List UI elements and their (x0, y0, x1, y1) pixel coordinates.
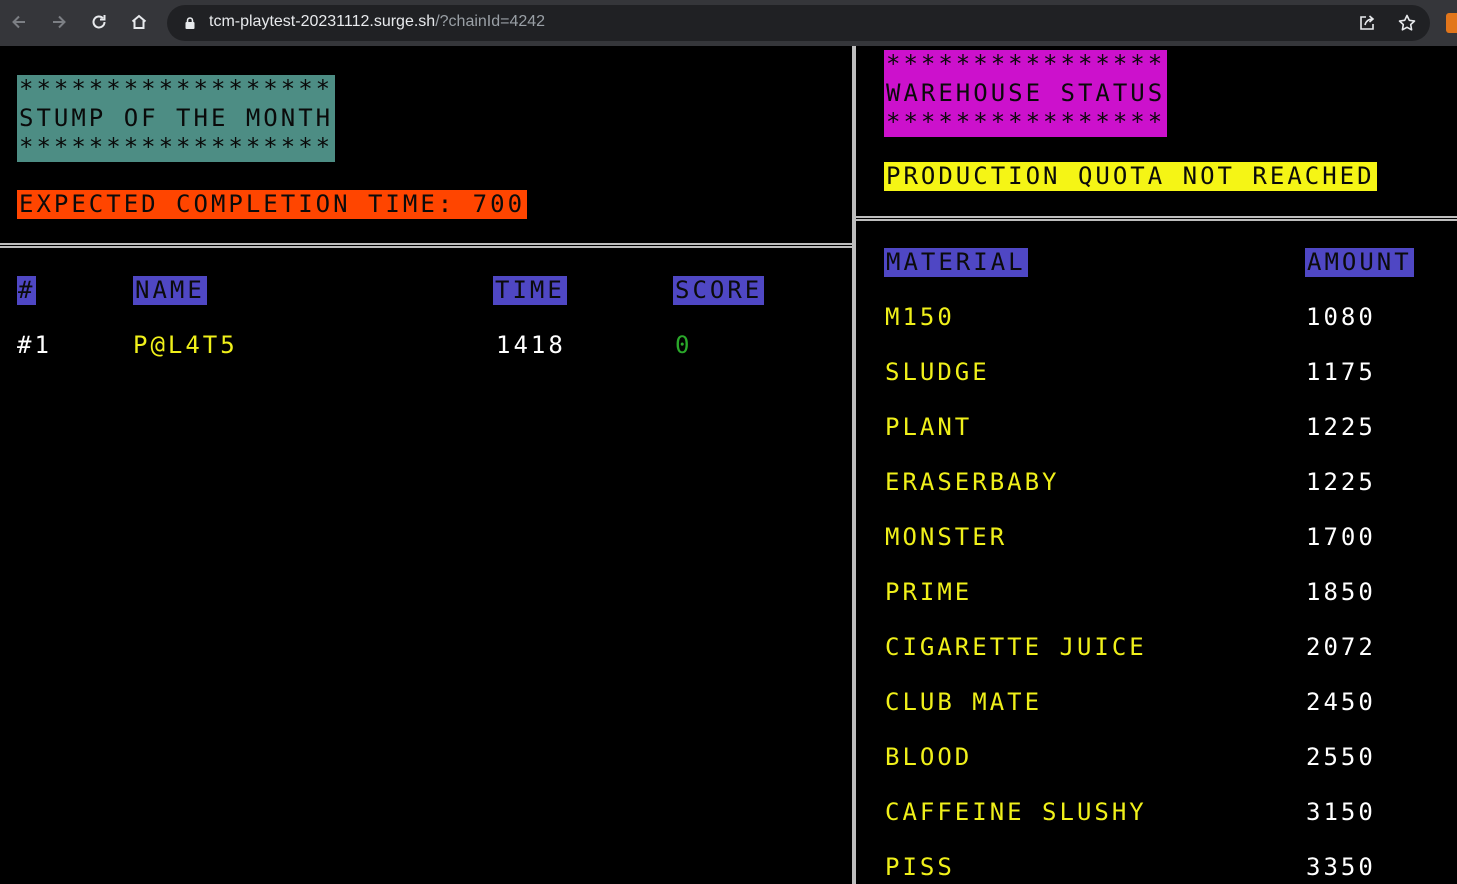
header-score: SCORE (673, 276, 765, 305)
warehouse-stars-top: **************** (886, 50, 1166, 78)
material-name: SLUDGE (885, 358, 990, 386)
header-material: MATERIAL (884, 248, 1028, 277)
header-time: TIME (493, 276, 567, 305)
material-amount: 1175 (1306, 358, 1376, 386)
stump-stars-top: ****************** (19, 75, 334, 103)
warehouse-status-banner: **************** WAREHOUSE STATUS ********… (884, 50, 1168, 137)
forward-icon[interactable] (46, 9, 72, 35)
back-icon[interactable] (6, 9, 32, 35)
material-name: M150 (885, 303, 955, 331)
warehouse-stars-bottom: **************** (886, 108, 1166, 136)
material-amount: 1700 (1306, 523, 1376, 551)
row-time: 1418 (496, 331, 566, 359)
stump-title: STUMP OF THE MONTH (19, 104, 334, 132)
address-bar[interactable]: tcm-playtest-20231112.surge.sh/?chainId=… (167, 5, 1430, 41)
material-amount: 1225 (1306, 413, 1376, 441)
home-icon[interactable] (126, 9, 152, 35)
stump-stars-bottom: ****************** (19, 133, 334, 161)
lock-icon[interactable] (184, 16, 196, 30)
bookmark-star-icon[interactable] (1397, 13, 1417, 33)
material-name: ERASERBABY (885, 468, 1060, 496)
material-name: PRIME (885, 578, 973, 606)
url-query: /?chainId=4242 (435, 13, 546, 30)
material-amount: 1850 (1306, 578, 1376, 606)
left-divider (0, 243, 852, 248)
material-amount: 2072 (1306, 633, 1376, 661)
warehouse-title: WAREHOUSE STATUS (886, 79, 1166, 107)
reload-icon[interactable] (86, 9, 112, 35)
vertical-divider (852, 46, 856, 884)
row-name: P@L4T5 (133, 331, 238, 359)
material-amount: 3150 (1306, 798, 1376, 826)
header-amount: AMOUNT (1305, 248, 1414, 277)
url-host: tcm-playtest-20231112.surge.sh (209, 13, 436, 30)
header-name: NAME (133, 276, 207, 305)
material-amount: 2550 (1306, 743, 1376, 771)
url-text[interactable]: tcm-playtest-20231112.surge.sh/?chainId=… (209, 13, 545, 31)
material-amount: 3350 (1306, 853, 1376, 881)
right-divider (856, 216, 1457, 221)
row-rank: #1 (17, 331, 52, 359)
stump-of-the-month-banner: ****************** STUMP OF THE MONTH ****… (17, 75, 336, 162)
browser-toolbar: tcm-playtest-20231112.surge.sh/?chainId=… (0, 0, 1457, 46)
material-amount: 1225 (1306, 468, 1376, 496)
expected-completion-time: EXPECTED COMPLETION TIME: 700 (17, 190, 528, 219)
production-quota-status: PRODUCTION QUOTA NOT REACHED (884, 162, 1377, 191)
material-name: PLANT (885, 413, 973, 441)
extension-icon[interactable] (1446, 13, 1457, 33)
page-content: ****************** STUMP OF THE MONTH ****… (0, 46, 1457, 884)
material-name: BLOOD (885, 743, 973, 771)
material-amount: 2450 (1306, 688, 1376, 716)
material-name: PISS (885, 853, 955, 881)
material-name: CIGARETTE JUICE (885, 633, 1147, 661)
material-amount: 1080 (1306, 303, 1376, 331)
material-name: CAFFEINE SLUSHY (885, 798, 1147, 826)
header-rank: # (17, 276, 37, 305)
material-name: CLUB MATE (885, 688, 1043, 716)
material-name: MONSTER (885, 523, 1008, 551)
share-icon[interactable] (1357, 13, 1377, 33)
row-score: 0 (675, 331, 693, 359)
